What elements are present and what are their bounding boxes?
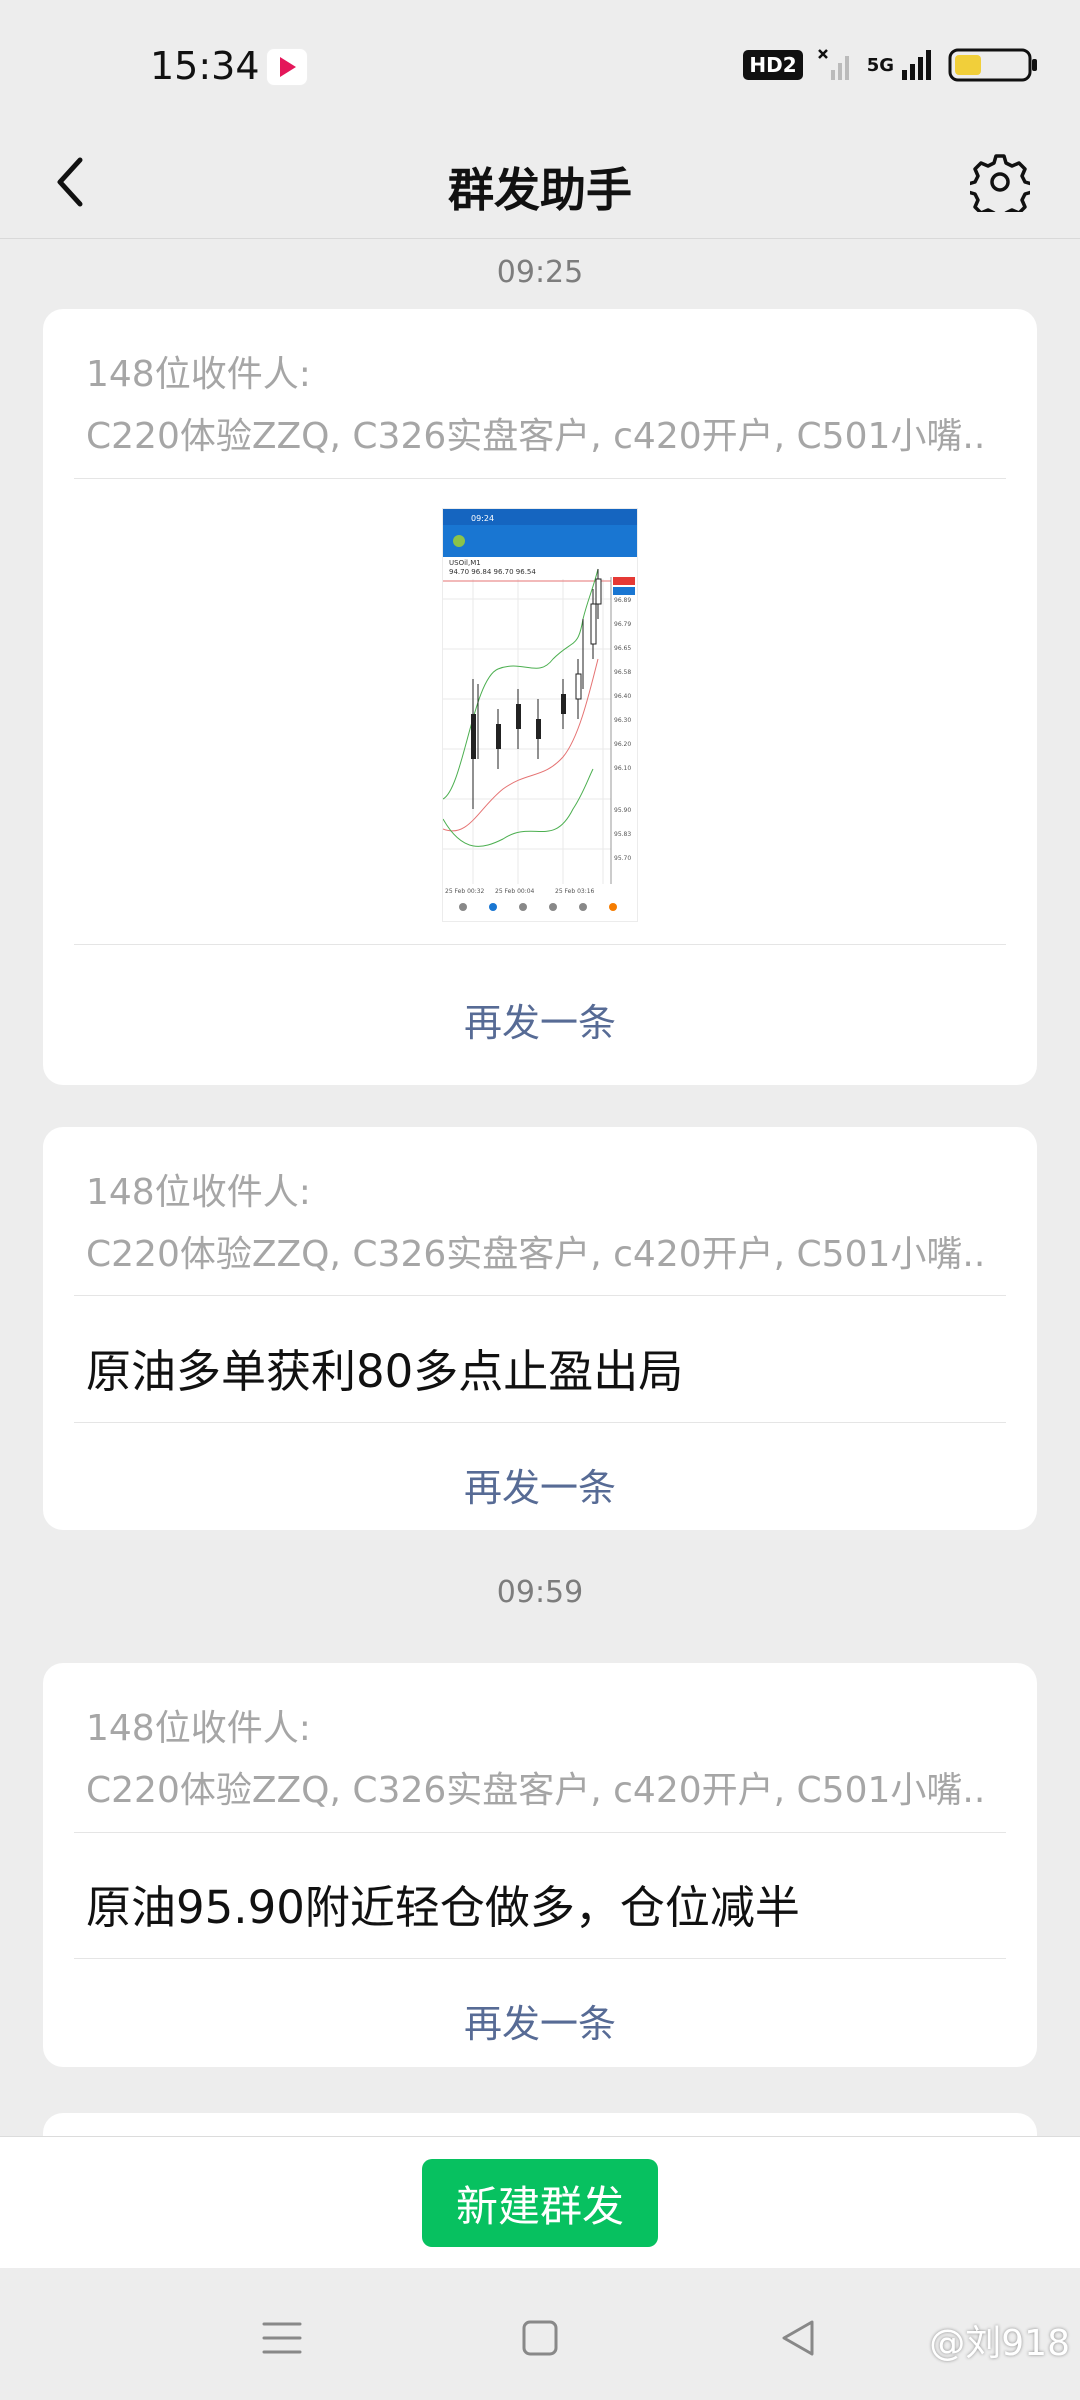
message-text: 原油95.90附近轻仓做多，仓位减半	[86, 1881, 800, 1934]
menu-icon	[262, 2322, 302, 2354]
mass-message-card	[43, 2113, 1037, 2136]
recipients-list: C220体验ZZQ, C326实盘客户, c420开户, C501小嘴...	[86, 1770, 986, 1811]
price-tick: 96.10	[614, 765, 631, 772]
status-time: 15:34	[150, 44, 260, 88]
divider	[74, 1958, 1006, 1959]
signal-5g-icon	[902, 50, 931, 80]
price-tick: 96.79	[614, 621, 631, 628]
price-tick: 95.90	[614, 807, 631, 814]
price-tick: 96.65	[614, 645, 631, 652]
bottom-action-bar: 新建群发	[0, 2136, 1080, 2269]
chart-image[interactable]: 09:24 USOil,M1 94.70 96.84 96.70 96.54 9…	[443, 509, 637, 921]
notification-app-icon	[266, 48, 308, 86]
date-tick: 25 Feb 00:32	[445, 888, 485, 895]
new-mass-message-button[interactable]: 新建群发	[422, 2159, 658, 2247]
recipients-count: 148位收件人:	[86, 354, 311, 395]
battery-icon	[948, 48, 1037, 82]
divider	[74, 478, 1006, 479]
nav-bar: 群发助手	[0, 130, 1080, 239]
resend-button[interactable]: 再发一条	[43, 1457, 1037, 1512]
thumb-quote: 94.70 96.84 96.70 96.54	[449, 568, 536, 576]
date-tick: 25 Feb 03:16	[555, 888, 595, 895]
price-tick: 96.58	[614, 669, 631, 676]
hd-badge: HD2	[743, 50, 803, 80]
thumb-time: 09:24	[471, 514, 494, 523]
triangle-back-icon	[782, 2320, 814, 2356]
price-tick: 96.20	[614, 741, 631, 748]
page-title: 群发助手	[448, 163, 632, 217]
thumb-symbol: USOil,M1	[449, 559, 481, 567]
divider	[74, 944, 1006, 945]
date-tick: 25 Feb 00:04	[495, 888, 535, 895]
signal-off-icon	[817, 49, 849, 80]
mass-message-card: 148位收件人: C220体验ZZQ, C326实盘客户, c420开户, C5…	[43, 1663, 1037, 2067]
system-back-button[interactable]	[768, 2308, 828, 2368]
price-tick: 96.89	[614, 597, 631, 604]
price-tick: 95.83	[614, 831, 631, 838]
recipients-list: C220体验ZZQ, C326实盘客户, c420开户, C501小嘴...	[86, 1234, 986, 1275]
divider	[74, 1422, 1006, 1423]
resend-button[interactable]: 再发一条	[43, 992, 1037, 1047]
price-tick: 95.70	[614, 855, 631, 862]
divider	[74, 1295, 1006, 1296]
message-text: 原油多单获利80多点止盈出局	[86, 1345, 684, 1398]
mass-message-card: 148位收件人: C220体验ZZQ, C326实盘客户, c420开户, C5…	[43, 309, 1037, 1085]
recipients-list: C220体验ZZQ, C326实盘客户, c420开户, C501小嘴...	[86, 416, 986, 457]
settings-button[interactable]	[960, 142, 1040, 222]
watermark: @刘918	[929, 2323, 1070, 2364]
system-nav-bar: @刘918	[0, 2268, 1080, 2400]
status-bar: 15:34 HD2 5G	[0, 0, 1080, 130]
status-icons: HD2 5G	[743, 48, 1040, 82]
price-tick: 96.30	[614, 717, 631, 724]
home-square-icon	[522, 2320, 558, 2356]
mass-message-card: 148位收件人: C220体验ZZQ, C326实盘客户, c420开户, C5…	[43, 1127, 1037, 1530]
divider	[74, 1832, 1006, 1833]
recipients-count: 148位收件人:	[86, 1708, 311, 1749]
network-type: 5G	[866, 54, 894, 76]
timestamp: 09:25	[496, 255, 584, 290]
resend-button[interactable]: 再发一条	[43, 1993, 1037, 2048]
timestamp: 09:59	[496, 1575, 584, 1610]
price-tick: 96.40	[614, 693, 631, 700]
message-list[interactable]: 09:25 148位收件人: C220体验ZZQ, C326实盘客户, c420…	[0, 239, 1080, 2136]
menu-button[interactable]	[252, 2308, 312, 2368]
home-button[interactable]	[510, 2308, 570, 2368]
recipients-count: 148位收件人:	[86, 1172, 311, 1213]
gear-icon	[970, 154, 1030, 212]
